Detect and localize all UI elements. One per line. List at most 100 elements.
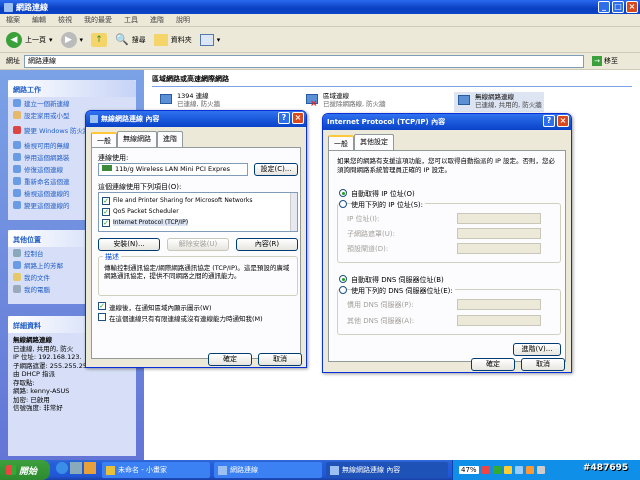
- advanced-button[interactable]: 進階(V)...: [513, 343, 561, 356]
- connection-1394[interactable]: 1394 連線 已連線, 防火牆: [158, 92, 220, 110]
- menu-edit[interactable]: 編輯: [32, 15, 46, 25]
- address-value: 網路連線: [28, 56, 56, 65]
- menu-file[interactable]: 檔案: [6, 15, 20, 25]
- rename-icon: [13, 177, 21, 185]
- subnet-mask-label: 子網路遮罩(U):: [347, 230, 395, 238]
- auto-ip-radio[interactable]: [339, 189, 347, 197]
- description-group: 描述 傳輸控制通訊協定/網際網路通訊協定 (TCP/IP)。這是預設的廣域網路通…: [98, 252, 298, 296]
- network-tray-icon[interactable]: [514, 466, 523, 474]
- tab-alternate[interactable]: 其他設定: [354, 134, 394, 150]
- tcpip-properties-dialog: Internet Protocol (TCP/IP) 內容 ? × 一般 其他設定…: [322, 113, 572, 373]
- wireless-adapter-icon: [456, 93, 472, 111]
- tab-advanced[interactable]: 進階: [157, 131, 183, 147]
- tab-general[interactable]: 一般: [91, 132, 117, 148]
- cancel-button[interactable]: 取消: [258, 353, 302, 366]
- tab-strip: 一般 其他設定: [328, 134, 566, 151]
- list-scrollbar[interactable]: [290, 193, 297, 231]
- chevron-down-icon: ▾: [49, 35, 53, 44]
- settings-icon: [13, 201, 21, 209]
- connection-status: 已連線, 共用的, 防火牆: [475, 101, 542, 109]
- media-icon[interactable]: [84, 462, 96, 474]
- ok-button[interactable]: 確定: [471, 358, 515, 371]
- menu-view[interactable]: 檢視: [58, 15, 72, 25]
- notify-checkbox[interactable]: [98, 313, 106, 321]
- ie-icon[interactable]: [56, 462, 68, 474]
- task-link[interactable]: 建立一個新連線: [8, 97, 136, 109]
- close-button[interactable]: ×: [626, 1, 638, 13]
- task-network-connections[interactable]: 網路連線: [214, 462, 322, 478]
- maximize-button[interactable]: □: [612, 1, 624, 13]
- install-button[interactable]: 安裝(N)...: [98, 238, 160, 251]
- start-button[interactable]: 開始: [0, 460, 50, 480]
- connection-status: 已拔除網路線, 防火牆: [323, 100, 386, 108]
- close-button[interactable]: ×: [557, 115, 569, 127]
- subnet-mask-input[interactable]: [457, 228, 541, 239]
- auto-ip-label: 自動取得 IP 位址(O): [351, 190, 415, 198]
- manual-dns-radio[interactable]: [339, 286, 347, 294]
- ip-address-input[interactable]: [457, 213, 541, 224]
- go-button[interactable]: → 移至: [588, 56, 618, 66]
- back-button[interactable]: ◀ 上一頁 ▾: [6, 31, 53, 48]
- search-button[interactable]: 🔍 搜尋: [115, 33, 146, 46]
- list-item[interactable]: File and Printer Sharing for Microsoft N…: [113, 197, 253, 204]
- connection-wireless[interactable]: 無線網路連線 已連線, 共用的, 防火牆: [454, 92, 544, 112]
- show-icon-label: 連線後，在通知區域內顯示圖示(W): [109, 304, 212, 312]
- close-button[interactable]: ×: [292, 112, 304, 124]
- preferred-dns-input[interactable]: [457, 299, 541, 310]
- network-folder-icon: [218, 465, 227, 475]
- paint-icon: [106, 465, 115, 475]
- address-input[interactable]: 網路連線: [24, 54, 584, 68]
- ip-address-label: IP 位址(I):: [347, 215, 380, 223]
- desktop-icon[interactable]: [70, 462, 82, 474]
- list-item-selected[interactable]: Internet Protocol (TCP/IP): [113, 219, 189, 226]
- folders-icon: [153, 33, 168, 46]
- tray-icon[interactable]: [503, 466, 512, 474]
- firewall-icon: [13, 126, 21, 134]
- menu-tools[interactable]: 工具: [124, 15, 138, 25]
- tray-icon[interactable]: [481, 466, 490, 474]
- configure-button[interactable]: 設定(C)...: [254, 163, 298, 176]
- views-button[interactable]: ▾: [199, 33, 220, 46]
- forward-button[interactable]: ▶ ▾: [60, 31, 83, 48]
- cancel-button[interactable]: 取消: [521, 358, 565, 371]
- battery-indicator[interactable]: 47%: [459, 466, 479, 474]
- preferred-dns-label: 慣用 DNS 伺服器(P):: [347, 301, 414, 309]
- task-wireless-properties[interactable]: 無線網路連線 內容: [326, 462, 448, 478]
- task-paint[interactable]: 未命名 - 小畫家: [102, 462, 210, 478]
- auto-dns-radio[interactable]: [339, 275, 347, 283]
- gateway-label: 預設閘道(D):: [347, 245, 389, 253]
- tab-wireless[interactable]: 無線網路: [117, 131, 157, 147]
- alternate-dns-input[interactable]: [457, 315, 541, 326]
- components-list[interactable]: ✓ File and Printer Sharing for Microsoft …: [98, 192, 298, 232]
- manual-ip-radio[interactable]: [339, 200, 347, 208]
- menu-advanced[interactable]: 進階: [150, 15, 164, 25]
- ok-button[interactable]: 確定: [208, 353, 252, 366]
- description-label: 描述: [103, 252, 121, 262]
- item-checkbox[interactable]: ✓: [102, 197, 110, 205]
- item-checkbox[interactable]: ✓: [102, 208, 110, 216]
- connection-lan[interactable]: × 區域連線 已拔除網路線, 防火牆: [304, 92, 386, 110]
- network-tasks-title[interactable]: 網路工作: [8, 80, 136, 97]
- section-title: 區域網路或高速網際網路: [152, 72, 632, 87]
- tray-icon[interactable]: [492, 466, 501, 474]
- details-line: 存取點:: [13, 378, 35, 387]
- tab-general[interactable]: 一般: [328, 135, 354, 151]
- properties-button[interactable]: 內容(R): [236, 238, 298, 251]
- wireless-icon: [90, 115, 98, 123]
- gateway-input[interactable]: [457, 243, 541, 254]
- uninstall-button[interactable]: 解除安裝(U): [167, 238, 229, 251]
- help-button[interactable]: ?: [278, 112, 290, 124]
- tray-icon[interactable]: [525, 466, 534, 474]
- folders-button[interactable]: 資料夾: [153, 33, 192, 46]
- windows-logo-icon: [6, 465, 16, 475]
- list-item[interactable]: QoS Packet Scheduler: [113, 208, 179, 215]
- menu-favorites[interactable]: 我的最愛: [84, 15, 112, 25]
- show-icon-checkbox[interactable]: ✓: [98, 302, 106, 310]
- toolbar: ◀ 上一頁 ▾ ▶ ▾ ↑ 🔍 搜尋 資料夾 ▾: [0, 27, 640, 53]
- volume-icon[interactable]: [536, 466, 545, 474]
- item-checkbox[interactable]: ✓: [102, 219, 110, 227]
- up-folder-button[interactable]: ↑: [91, 32, 108, 47]
- help-button[interactable]: ?: [543, 115, 555, 127]
- minimize-button[interactable]: _: [598, 1, 610, 13]
- menu-help[interactable]: 說明: [176, 15, 190, 25]
